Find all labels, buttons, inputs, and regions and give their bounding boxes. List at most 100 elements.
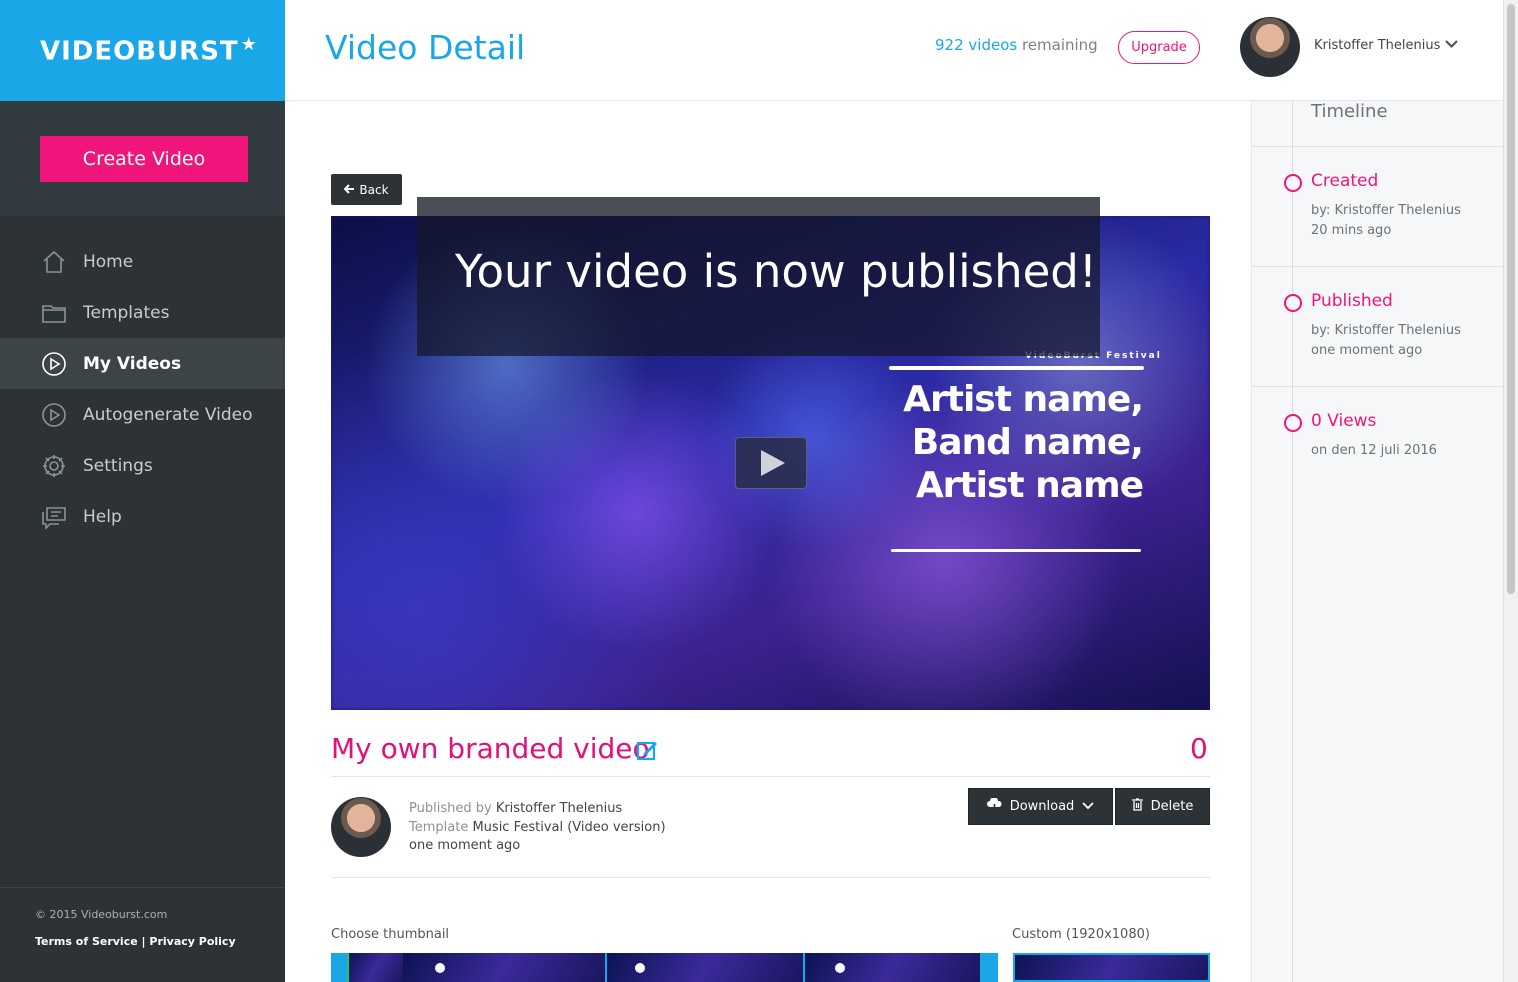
copyright: © 2015 Videoburst.com: [35, 908, 168, 921]
event-details: by: Kristoffer Thelenius 20 mins ago: [1311, 201, 1461, 241]
divider: [331, 776, 1210, 777]
scrollbar[interactable]: [1503, 0, 1518, 982]
overlay-line-bottom: [891, 549, 1141, 552]
timeline-title: Timeline: [1311, 101, 1388, 122]
create-area: Create Video: [0, 101, 285, 216]
play-icon: [761, 450, 785, 476]
sidebar-item-autogenerate-video[interactable]: Autogenerate Video: [0, 389, 285, 440]
published-by-prefix: Published by: [409, 801, 492, 816]
remaining-count: 922 videos: [935, 36, 1018, 54]
terms-link[interactable]: Terms of Service: [35, 935, 138, 948]
download-button[interactable]: Download: [968, 788, 1113, 825]
published-time: one moment ago: [409, 838, 521, 853]
video-title: My own branded video: [331, 732, 650, 765]
thumbnail-option[interactable]: [403, 953, 605, 982]
sidebar-item-label: Help: [83, 506, 122, 527]
sidebar-nav: Home Templates My Videos Autogenerate Vi…: [0, 216, 285, 542]
circle-icon: [1284, 294, 1302, 312]
upgrade-button[interactable]: Upgrade: [1118, 31, 1200, 64]
sidebar-item-label: Templates: [83, 302, 170, 323]
overlay-line-3: Artist name: [915, 465, 1144, 506]
chevron-down-icon[interactable]: [1445, 38, 1458, 52]
event-by: by: Kristoffer Thelenius: [1311, 323, 1461, 338]
event-time: 20 mins ago: [1311, 223, 1392, 238]
publish-info: Published by Kristoffer Thelenius Templa…: [409, 800, 666, 856]
cloud-download-icon: [986, 797, 1002, 815]
event-details: on den 12 juli 2016: [1311, 441, 1437, 461]
thumbnail-option[interactable]: [607, 953, 803, 982]
event-title: 0 Views: [1311, 411, 1377, 431]
divider: [1252, 386, 1504, 387]
event-title: Created: [1311, 171, 1379, 191]
help-chat-icon: [40, 503, 68, 531]
event-by: by: Kristoffer Thelenius: [1311, 203, 1461, 218]
sidebar-item-templates[interactable]: Templates: [0, 287, 285, 338]
scrollbar-thumb[interactable]: [1507, 4, 1515, 594]
play-button[interactable]: [735, 437, 807, 489]
remaining-suffix: remaining: [1021, 36, 1098, 54]
videos-remaining: 922 videos remaining: [935, 36, 1098, 54]
sidebar-item-label: Autogenerate Video: [83, 404, 253, 425]
sidebar: VIDEOBURST ★ Create Video Home Templates …: [0, 0, 285, 982]
user-name[interactable]: Kristoffer Thelenius: [1314, 38, 1440, 53]
published-banner: Your video is now published!: [417, 197, 1100, 356]
edit-icon[interactable]: [636, 739, 658, 761]
logo-bar: VIDEOBURST ★: [0, 0, 285, 101]
page-title: Video Detail: [325, 28, 526, 67]
gear-icon: [40, 452, 68, 480]
overlay-line-1: Artist name,: [903, 379, 1144, 420]
circle-icon: [1284, 414, 1302, 432]
timeline-panel: Timeline Created by: Kristoffer Theleniu…: [1251, 101, 1504, 982]
sidebar-item-settings[interactable]: Settings: [0, 440, 285, 491]
thumbnail-highlight: [435, 963, 445, 973]
footer-links: Terms of Service | Privacy Policy: [35, 935, 285, 948]
custom-thumbnail[interactable]: [1013, 953, 1210, 982]
published-by-name: Kristoffer Thelenius: [495, 801, 623, 816]
video-overlay-artists: Artist name, Band name, Artist name: [903, 378, 1144, 507]
trash-icon: [1131, 798, 1143, 815]
event-date: on den 12 juli 2016: [1311, 443, 1437, 458]
custom-thumbnail-label: Custom (1920x1080): [1012, 927, 1150, 942]
divider: [331, 877, 1210, 878]
template-name: Music Festival (Video version): [472, 819, 666, 835]
overlay-line-top: [889, 366, 1144, 370]
thumbnail-option[interactable]: [805, 953, 980, 982]
app-logo[interactable]: VIDEOBURST ★: [40, 34, 258, 67]
star-icon: ★: [240, 34, 258, 56]
thumbnail-strip[interactable]: [331, 953, 998, 982]
sidebar-item-label: My Videos: [83, 353, 182, 374]
sidebar-item-label: Home: [83, 251, 134, 272]
avatar: [331, 797, 391, 857]
banner-topbar: [417, 197, 1100, 216]
create-video-button[interactable]: Create Video: [40, 135, 248, 182]
back-label: Back: [359, 182, 389, 197]
sidebar-item-home[interactable]: Home: [0, 236, 285, 287]
logo-text: VIDEOBURST: [40, 36, 239, 67]
sidebar-footer: © 2015 Videoburst.com Terms of Service |…: [0, 887, 285, 982]
thumbnail-highlight: [635, 963, 645, 973]
arrow-left-icon: [344, 183, 355, 197]
sidebar-item-my-videos[interactable]: My Videos: [0, 338, 285, 389]
home-icon: [40, 248, 68, 276]
privacy-link[interactable]: Privacy Policy: [149, 935, 235, 948]
delete-button[interactable]: Delete: [1115, 788, 1210, 825]
play-circle-icon: [40, 350, 68, 378]
divider: [1252, 146, 1504, 147]
folder-icon: [40, 299, 68, 327]
delete-label: Delete: [1150, 799, 1194, 814]
overlay-line-2: Band name,: [911, 422, 1144, 463]
avatar[interactable]: [1240, 17, 1300, 77]
chevron-down-icon: [1082, 799, 1094, 814]
event-title: Published: [1311, 291, 1393, 311]
sidebar-item-label: Settings: [83, 455, 153, 476]
banner-text: Your video is now published!: [455, 245, 1097, 298]
sidebar-item-help[interactable]: Help: [0, 491, 285, 542]
view-count: 0: [1190, 732, 1208, 765]
choose-thumbnail-label: Choose thumbnail: [331, 927, 450, 942]
back-button[interactable]: Back: [331, 174, 402, 205]
event-details: by: Kristoffer Thelenius one moment ago: [1311, 321, 1461, 361]
timeline-line: [1292, 101, 1293, 982]
thumbnail-option[interactable]: [347, 953, 405, 982]
template-prefix: Template: [409, 819, 469, 835]
footer-separator: |: [141, 935, 146, 948]
